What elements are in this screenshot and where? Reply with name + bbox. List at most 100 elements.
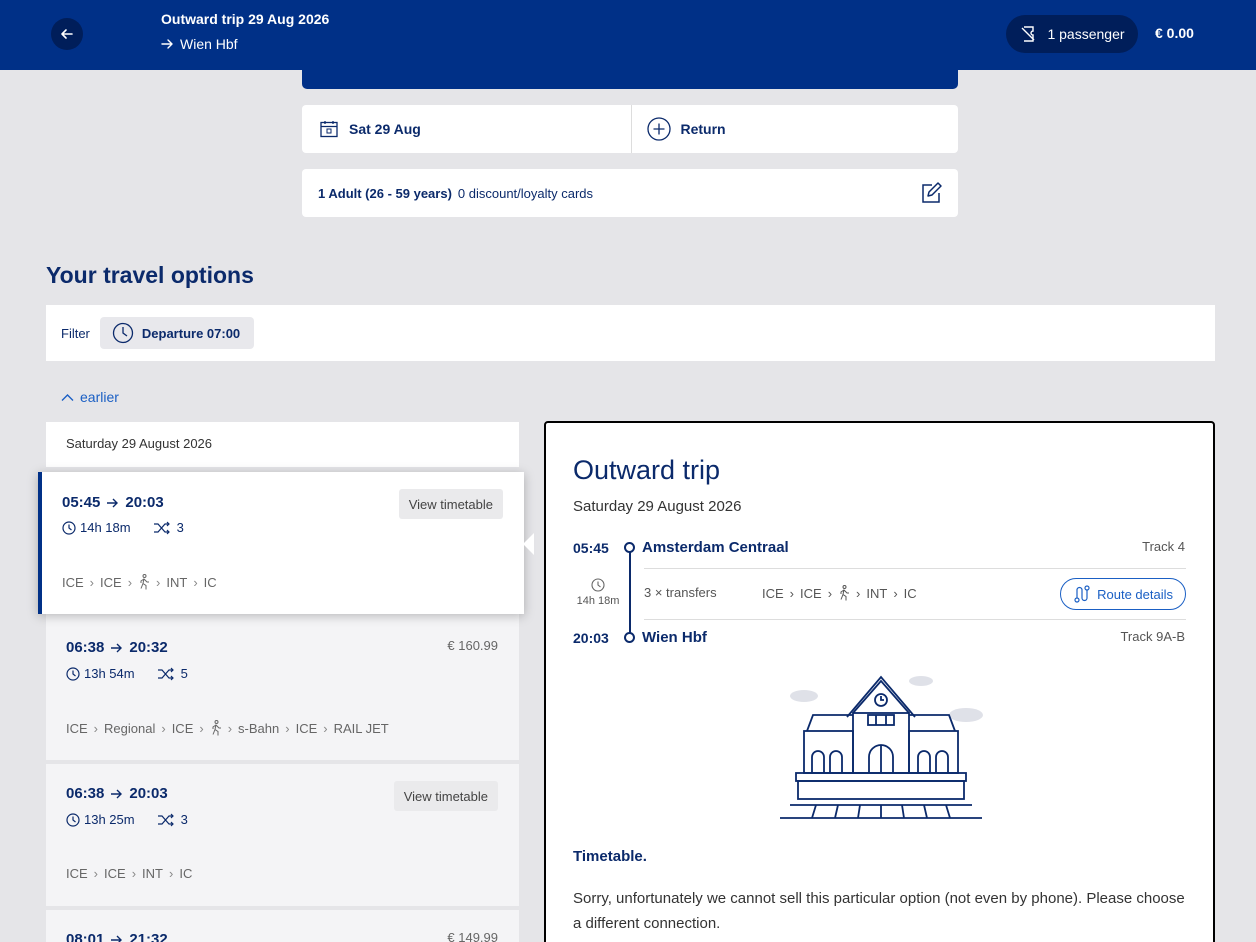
trip-legs: ICE › Regional › ICE › › s-Bahn › ICE › RAIL … [66, 720, 389, 736]
destination-time: 20:03 [573, 630, 609, 646]
trip-destination: Wien Hbf [161, 36, 238, 52]
leg: ICE [171, 720, 194, 736]
clock-icon [66, 666, 80, 681]
detail-legs: ICE › ICE › › INT › IC [762, 585, 917, 601]
passenger-type: 1 Adult (26 - 59 years) [318, 185, 452, 201]
return-label: Return [680, 121, 726, 137]
leg: ICE [762, 585, 784, 601]
arrow-right-icon [111, 789, 123, 798]
view-timetable-button[interactable]: View timetable [393, 781, 498, 811]
passenger-button[interactable]: 1 passenger [1006, 15, 1138, 53]
trip-legs: ICE › ICE › INT › IC [66, 866, 193, 881]
clock-icon [112, 322, 134, 344]
origin-station: Amsterdam Centraal [642, 539, 789, 556]
leg: INT [142, 866, 163, 881]
trip-meta: 13h 54m 5 [66, 666, 188, 681]
transfers: 3 [157, 812, 188, 827]
departure-time: 06:38 [66, 785, 105, 802]
discount-cards: 0 discount/loyalty cards [457, 185, 594, 201]
transfers: 3 [153, 520, 184, 535]
leg: ICE [295, 720, 318, 736]
transfer-count: 3 [180, 812, 188, 827]
timetable-heading: Timetable. [573, 848, 647, 865]
trip-duration: 14h 18m [80, 520, 131, 535]
leg: IC [903, 585, 917, 601]
earlier-link[interactable]: earlier [61, 389, 119, 405]
view-timetable-button[interactable]: View timetable [398, 489, 503, 519]
departure-time: 05:45 [62, 494, 101, 511]
leg: Regional [104, 720, 156, 736]
arrival-time: 20:03 [129, 785, 168, 802]
arrow-right-icon [111, 935, 123, 942]
departure-time: 08:01 [66, 931, 105, 942]
route-details-label: Route details [1097, 586, 1173, 602]
trip-card[interactable]: 06:38 20:03 13h 25m 3 View timetable ICE… [46, 764, 519, 906]
leg: INT [866, 585, 888, 601]
route-icon [1074, 585, 1090, 603]
route-details-button[interactable]: Route details [1060, 578, 1186, 610]
ticket-icon [1021, 26, 1035, 42]
edit-icon[interactable] [919, 181, 943, 205]
transfer-icon [153, 521, 170, 534]
leg: ICE [100, 574, 122, 590]
leg: INT [166, 574, 188, 590]
travel-options-heading: Your travel options [46, 262, 254, 288]
trip-title: Outward trip 29 Aug 2026 [161, 11, 330, 27]
passenger-summary[interactable]: 1 Adult (26 - 59 years) 0 discount/loyal… [302, 169, 958, 217]
trip-times: 05:45 20:03 [62, 494, 164, 511]
departure-filter-chip[interactable]: Departure 07:00 [99, 317, 255, 349]
detail-title: Outward trip [573, 455, 721, 485]
transfer-summary: 3 × transfers [644, 585, 717, 600]
walk-icon [212, 720, 221, 736]
trip-price: € 149.99 [447, 930, 498, 942]
outward-date-button[interactable]: Sat 29 Aug [302, 105, 631, 153]
total-price: € 0.00 [1155, 25, 1194, 41]
trip-meta: 13h 25m 3 [66, 812, 188, 827]
filter-chip-label: Departure 07:00 [141, 325, 241, 341]
outward-date: Sat 29 Aug [349, 121, 421, 137]
trip-card-selected[interactable]: 05:45 20:03 14h 18m 3 View timetable ICE… [38, 472, 524, 614]
leg: ICE [104, 866, 126, 881]
detail-duration: 14h 18m [573, 578, 623, 607]
origin-track: Track 4 [1142, 539, 1185, 554]
plus-circle-icon [646, 117, 671, 141]
back-button[interactable] [51, 18, 83, 50]
leg: RAIL JET [333, 720, 389, 736]
trip-duration: 13h 54m [84, 666, 135, 681]
arrow-right-icon [111, 643, 123, 652]
departure-time: 06:38 [66, 639, 105, 656]
destination-track: Track 9A-B [1120, 629, 1185, 644]
arrival-time: 20:03 [125, 494, 164, 511]
trip-times: 08:01 21:32 [66, 931, 168, 942]
transfers: 5 [157, 666, 188, 681]
transfer-count: 5 [180, 666, 188, 681]
trip-card[interactable]: 08:01 21:32 € 149.99 [46, 910, 519, 942]
leg: ICE [800, 585, 822, 601]
transfer-icon [157, 813, 174, 826]
trip-duration: 13h 25m [84, 812, 135, 827]
filter-bar: Filter Departure 07:00 [46, 305, 1215, 361]
clock-icon [66, 812, 80, 827]
origin-dot [624, 542, 635, 553]
timetable-message: Sorry, unfortunately we cannot sell this… [573, 890, 1185, 932]
arrival-time: 20:32 [129, 639, 168, 656]
destination-station: Wien Hbf [642, 629, 707, 646]
passenger-count: 1 passenger [1047, 26, 1125, 42]
add-return-button[interactable]: Return [630, 105, 959, 153]
top-header: Outward trip 29 Aug 2026 Wien Hbf 1 pass… [0, 0, 1256, 70]
trip-meta: 14h 18m 3 [62, 520, 184, 535]
clock-icon [62, 520, 76, 535]
list-date-header: Saturday 29 August 2026 [46, 422, 519, 467]
transfer-icon [157, 667, 174, 680]
leg: s-Bahn [238, 720, 280, 736]
trip-card[interactable]: 06:38 20:32 13h 54m 5 € 160.99 ICE › Regi… [46, 614, 519, 760]
filter-label: Filter [61, 325, 90, 341]
leg: ICE [66, 866, 88, 881]
destination-dot [624, 632, 635, 643]
trip-times: 06:38 20:32 [66, 639, 168, 656]
search-panel-bottom [302, 68, 958, 89]
arrow-right-icon [161, 39, 173, 49]
trip-times: 06:38 20:03 [66, 785, 168, 802]
detail-date: Saturday 29 August 2026 [573, 498, 742, 515]
trip-detail-panel: Outward trip Saturday 29 August 2026 05:… [544, 421, 1215, 942]
